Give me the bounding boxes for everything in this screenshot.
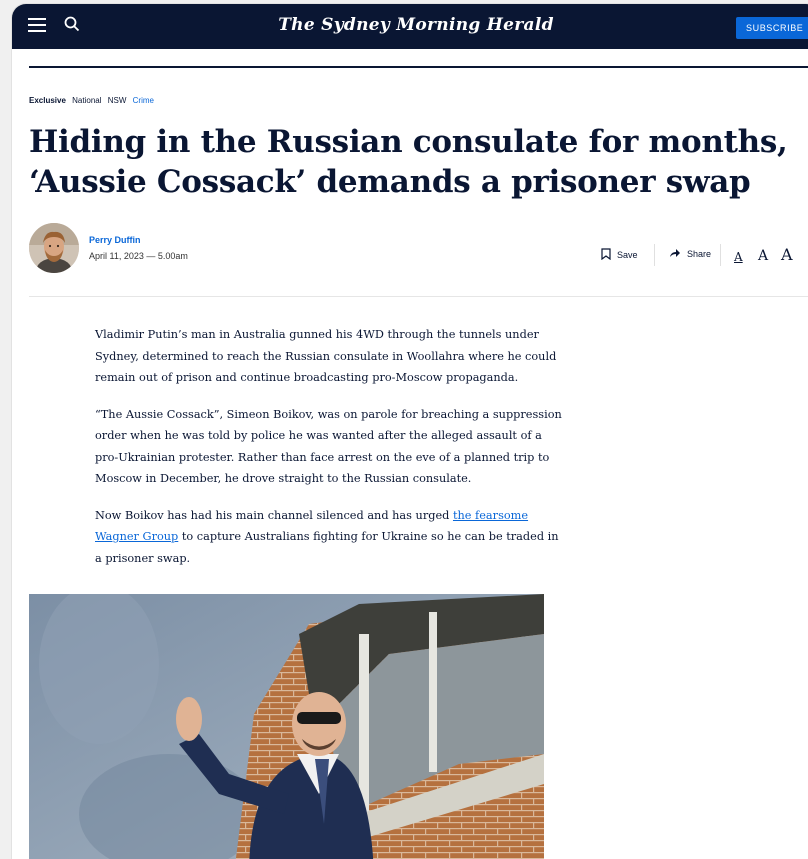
article-headline: Hiding in the Russian consulate for mont… — [29, 124, 788, 200]
author-avatar[interactable] — [29, 223, 79, 273]
share-label: Share — [687, 249, 712, 259]
tag-crime[interactable]: Crime — [133, 96, 154, 105]
article-photo[interactable] — [29, 594, 544, 859]
paragraph: Vladimir Putin’s man in Australia gunned… — [95, 328, 557, 384]
share-arrow-icon — [669, 248, 681, 260]
tag-national[interactable]: National — [72, 96, 101, 105]
font-size-medium-button[interactable]: A — [758, 248, 768, 264]
section-tags: Exclusive National NSW Crime — [29, 96, 158, 105]
paragraph: “The Aussie Cossack”, Simeon Boikov, was… — [95, 407, 562, 486]
publish-date: April 11, 2023 — 5.00am — [89, 251, 188, 261]
byline-divider — [29, 296, 808, 297]
subscribe-button[interactable]: SUBSCRIBE — [736, 17, 808, 39]
paragraph-text: Now Boikov has had his main channel sile… — [95, 508, 453, 522]
paragraph: Now Boikov has had his main channel sile… — [95, 505, 565, 570]
tools-divider — [654, 244, 655, 266]
masthead-logo[interactable]: The Sydney Morning Herald — [12, 15, 808, 35]
save-button[interactable]: Save — [601, 248, 638, 262]
header-divider — [29, 66, 808, 68]
tag-nsw[interactable]: NSW — [108, 96, 127, 105]
bookmark-icon — [601, 248, 611, 262]
font-size-large-button[interactable]: A — [781, 245, 793, 264]
tools-divider — [720, 244, 721, 266]
author-name-link[interactable]: Perry Duffin — [89, 235, 141, 245]
page-card: The Sydney Morning Herald SUBSCRIBE Excl… — [12, 4, 808, 859]
article-body: Vladimir Putin’s man in Australia gunned… — [95, 324, 565, 584]
top-nav-bar: The Sydney Morning Herald SUBSCRIBE — [12, 4, 808, 49]
share-button[interactable]: Share — [669, 248, 711, 260]
tag-exclusive[interactable]: Exclusive — [29, 96, 66, 105]
save-label: Save — [617, 250, 638, 260]
font-size-small-button[interactable]: A — [734, 250, 743, 264]
